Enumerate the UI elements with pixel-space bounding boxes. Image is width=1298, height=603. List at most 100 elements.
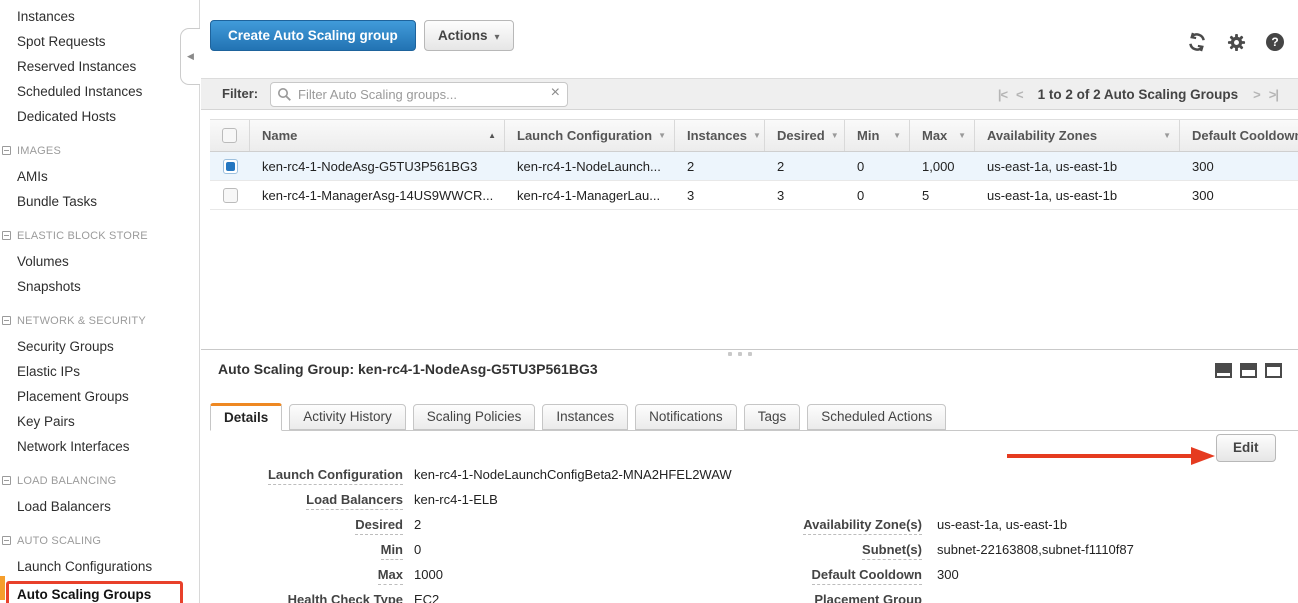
sidebar-item[interactable]: IMAGES (0, 139, 199, 164)
sidebar-item[interactable]: Placement Groups (0, 384, 199, 409)
column-header[interactable]: Availability Zones ▼ (975, 120, 1180, 151)
sidebar-item[interactable]: Reserved Instances (0, 54, 199, 79)
section-collapse-icon[interactable] (2, 316, 11, 325)
detail-tab[interactable]: Details (210, 403, 282, 431)
sidebar-item[interactable]: Instances (0, 4, 199, 29)
annotation-orange-marker (0, 576, 5, 600)
column-header[interactable]: Min ▼ (845, 120, 910, 151)
last-page-icon[interactable]: >| (1269, 87, 1278, 102)
field-value: EC2 (414, 592, 439, 603)
actions-button[interactable]: Actions▾ (424, 20, 514, 51)
sort-icon[interactable]: ▼ (825, 131, 839, 140)
sidebar-nav: Instances Spot Requests Reserved Instanc… (0, 0, 200, 603)
sidebar-item[interactable]: LOAD BALANCING (0, 469, 199, 494)
sidebar-item[interactable]: Network Interfaces (0, 434, 199, 459)
sort-icon[interactable]: ▼ (887, 131, 901, 140)
sort-icon[interactable]: ▼ (652, 131, 666, 140)
cell-min: 0 (845, 181, 910, 209)
first-page-icon[interactable]: |< (998, 87, 1007, 102)
sort-icon[interactable]: ▼ (1157, 131, 1171, 140)
detail-tab[interactable]: Activity History (289, 404, 406, 430)
detail-tab[interactable]: Notifications (635, 404, 737, 430)
refresh-icon[interactable] (1187, 32, 1207, 52)
row-checkbox[interactable] (223, 188, 238, 203)
sidebar-item[interactable]: Snapshots (0, 274, 199, 299)
pane-layout-small-icon[interactable] (1215, 363, 1232, 378)
column-header[interactable]: Desired ▼ (765, 120, 845, 151)
detail-tab[interactable]: Scaling Policies (413, 404, 536, 430)
sidebar-item-label: Instances (17, 9, 75, 24)
sidebar-item[interactable]: Dedicated Hosts (0, 104, 199, 129)
table-header: Name ▲ Launch Configuration ▼ Instances … (210, 119, 1298, 152)
detail-tab[interactable]: Scheduled Actions (807, 404, 946, 430)
edit-button[interactable]: Edit (1216, 434, 1276, 462)
section-collapse-icon[interactable] (2, 231, 11, 240)
cell-max: 1,000 (910, 152, 975, 180)
sidebar-item[interactable]: NETWORK & SECURITY (0, 309, 199, 334)
sidebar-item[interactable]: Elastic IPs (0, 359, 199, 384)
detail-field-row: Default Cooldown 300 (761, 567, 1134, 582)
sidebar-item[interactable]: Auto Scaling Groups (6, 581, 183, 603)
next-page-icon[interactable]: > (1253, 87, 1260, 102)
sidebar-item[interactable]: Load Balancers (0, 494, 199, 519)
detail-fields-right: Availability Zone(s) us-east-1a, us-east… (761, 517, 1134, 603)
detail-field-row: Launch Configuration ken-rc4-1-NodeLaunc… (210, 467, 732, 482)
help-icon[interactable]: ? (1266, 33, 1284, 51)
section-collapse-icon[interactable] (2, 476, 11, 485)
section-collapse-icon[interactable] (2, 146, 11, 155)
sidebar-item[interactable]: Volumes (0, 249, 199, 274)
column-header[interactable]: Launch Configuration ▼ (505, 120, 675, 151)
sort-icon[interactable]: ▼ (952, 131, 966, 140)
select-all-checkbox[interactable] (222, 128, 237, 143)
detail-tab[interactable]: Instances (542, 404, 628, 430)
section-collapse-icon[interactable] (2, 536, 11, 545)
filter-input[interactable] (270, 82, 568, 107)
column-header-label: Instances (687, 128, 747, 143)
pane-layout-large-icon[interactable] (1265, 363, 1282, 378)
clear-filter-icon[interactable]: × (551, 84, 560, 102)
sidebar-item-label: Security Groups (17, 339, 114, 354)
sort-icon[interactable]: ▲ (482, 131, 496, 140)
column-header-label: Max (922, 128, 947, 143)
sidebar-item-label: AMIs (17, 169, 48, 184)
sidebar-item[interactable]: Bundle Tasks (0, 189, 199, 214)
field-value: 0 (414, 542, 421, 557)
pane-resize-handle[interactable] (728, 352, 752, 356)
sidebar-item[interactable]: AMIs (0, 164, 199, 189)
column-header[interactable]: Max ▼ (910, 120, 975, 151)
sidebar-item[interactable]: Key Pairs (0, 409, 199, 434)
sidebar-item[interactable]: Spot Requests (0, 29, 199, 54)
previous-page-icon[interactable]: < (1016, 87, 1023, 102)
field-value: 1000 (414, 567, 443, 582)
chevron-down-icon: ▾ (495, 32, 500, 43)
main-content: Create Auto Scaling group Actions▾ (201, 0, 1298, 603)
pane-layout-medium-icon[interactable] (1240, 363, 1257, 378)
create-auto-scaling-group-button[interactable]: Create Auto Scaling group (210, 20, 416, 51)
row-checkbox[interactable] (223, 159, 238, 174)
sidebar-item[interactable]: Scheduled Instances (0, 79, 199, 104)
sidebar-item-label: Scheduled Instances (17, 84, 142, 99)
sidebar-item[interactable]: Launch Configurations (0, 554, 199, 579)
cell-default-cooldown: 300 (1180, 152, 1298, 180)
detail-tab[interactable]: Tags (744, 404, 801, 430)
column-header[interactable]: Name ▲ (250, 120, 505, 151)
detail-field-row: Health Check Type EC2 (210, 592, 732, 603)
sidebar-item[interactable]: AUTO SCALING (0, 529, 199, 554)
sidebar-collapse-toggle[interactable]: ◀ (180, 28, 200, 85)
gear-icon[interactable] (1227, 33, 1246, 52)
sidebar-item[interactable]: Security Groups (0, 334, 199, 359)
pane-layout-controls (1215, 363, 1282, 378)
table-row[interactable]: ken-rc4-1-ManagerAsg-14US9WWCR... ken-rc… (210, 181, 1298, 210)
sidebar-item[interactable]: ELASTIC BLOCK STORE (0, 224, 199, 249)
select-all-cell (210, 120, 250, 151)
column-header[interactable]: Default Cooldown (1180, 120, 1298, 151)
cell-max: 5 (910, 181, 975, 209)
sidebar-item-label: Elastic IPs (17, 364, 80, 379)
detail-fields-left: Launch Configuration ken-rc4-1-NodeLaunc… (210, 467, 732, 603)
cell-name: ken-rc4-1-ManagerAsg-14US9WWCR... (250, 181, 505, 209)
sort-icon[interactable]: ▼ (747, 131, 761, 140)
table-row[interactable]: ken-rc4-1-NodeAsg-G5TU3P561BG3 ken-rc4-1… (210, 152, 1298, 181)
cell-desired: 3 (765, 181, 845, 209)
pagination: |< < 1 to 2 of 2 Auto Scaling Groups > >… (998, 79, 1278, 109)
column-header[interactable]: Instances ▼ (675, 120, 765, 151)
